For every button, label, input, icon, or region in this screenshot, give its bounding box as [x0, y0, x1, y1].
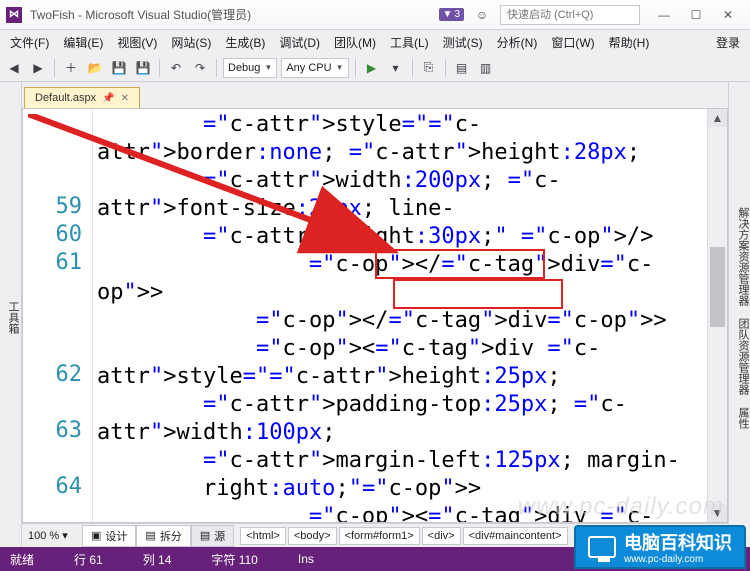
- scroll-down-icon[interactable]: ▼: [708, 504, 727, 522]
- config-combo[interactable]: Debug▼: [223, 58, 277, 78]
- nav-back-icon[interactable]: ◀: [4, 58, 24, 78]
- menu-build[interactable]: 生成(B): [219, 31, 271, 54]
- breadcrumb-item[interactable]: <div#maincontent>: [463, 527, 568, 545]
- notification-badge[interactable]: ▼3: [439, 8, 464, 21]
- line-gutter: 596061626364: [23, 109, 93, 522]
- toolbar: ◀ ▶ ＋ 📂 💾 💾 ↶ ↷ Debug▼ Any CPU▼ ▶ ▾ ⎘ ▤ …: [0, 54, 750, 82]
- zoom-combo[interactable]: 100 %: [28, 530, 59, 542]
- close-button[interactable]: ✕: [712, 4, 744, 26]
- breadcrumb-item[interactable]: <form#form1>: [339, 527, 420, 545]
- scroll-thumb[interactable]: [710, 247, 725, 327]
- vs-logo-icon: ⋈: [6, 7, 22, 23]
- menu-view[interactable]: 视图(V): [111, 31, 163, 54]
- code-editor[interactable]: 596061626364 ="c-attr">style="="c-attr">…: [22, 108, 728, 523]
- minimize-button[interactable]: —: [648, 4, 680, 26]
- window-title: TwoFish - Microsoft Visual Studio(管理员): [30, 6, 251, 23]
- document-tabs: Default.aspx 📌 ✕: [22, 82, 728, 108]
- platform-combo[interactable]: Any CPU▼: [281, 58, 348, 78]
- status-ins: Ins: [298, 552, 314, 566]
- comment-icon[interactable]: ▤: [452, 58, 472, 78]
- left-tool-strip[interactable]: 工具箱: [0, 82, 22, 547]
- browser-dropdown-icon[interactable]: ▾: [386, 58, 406, 78]
- attach-icon[interactable]: ⎘: [419, 58, 439, 78]
- breadcrumb-item[interactable]: <body>: [288, 527, 337, 545]
- menu-debug[interactable]: 调试(D): [273, 31, 326, 54]
- mode-split[interactable]: ▤ 拆分: [136, 525, 190, 547]
- mode-design[interactable]: ▣ 设计: [82, 525, 136, 547]
- uncomment-icon[interactable]: ▥: [476, 58, 496, 78]
- menu-file[interactable]: 文件(F): [4, 31, 55, 54]
- menu-edit[interactable]: 编辑(E): [57, 31, 109, 54]
- nav-fwd-icon[interactable]: ▶: [28, 58, 48, 78]
- element-breadcrumb: <html><body><form#form1><div><div#mainco…: [240, 527, 567, 545]
- tab-label: Default.aspx: [35, 92, 96, 104]
- status-ready: 就绪: [10, 551, 34, 568]
- menu-bar: 文件(F) 编辑(E) 视图(V) 网站(S) 生成(B) 调试(D) 团队(M…: [0, 30, 750, 54]
- menu-test[interactable]: 测试(S): [437, 31, 489, 54]
- feedback-icon[interactable]: ☺: [472, 5, 492, 25]
- monitor-icon: [588, 536, 616, 558]
- status-line: 行 61: [74, 551, 103, 568]
- scroll-up-icon[interactable]: ▲: [708, 109, 727, 127]
- save-all-icon[interactable]: 💾: [133, 58, 153, 78]
- title-bar: ⋈ TwoFish - Microsoft Visual Studio(管理员)…: [0, 0, 750, 30]
- new-project-icon[interactable]: ＋: [61, 58, 81, 78]
- menu-website[interactable]: 网站(S): [165, 31, 217, 54]
- menu-analyze[interactable]: 分析(N): [491, 31, 544, 54]
- menu-help[interactable]: 帮助(H): [603, 31, 656, 54]
- close-tab-icon[interactable]: ✕: [121, 93, 129, 104]
- login-link[interactable]: 登录: [710, 31, 746, 54]
- breadcrumb-item[interactable]: <div>: [422, 527, 461, 545]
- menu-tools[interactable]: 工具(L): [384, 31, 435, 54]
- maximize-button[interactable]: ☐: [680, 4, 712, 26]
- tab-default-aspx[interactable]: Default.aspx 📌 ✕: [24, 87, 140, 108]
- vertical-scrollbar[interactable]: ▲ ▼: [707, 109, 727, 522]
- footer-brand: 电脑百科知识 www.pc-daily.com: [574, 525, 746, 569]
- breadcrumb-item[interactable]: <html>: [240, 527, 286, 545]
- pin-icon[interactable]: 📌: [102, 93, 114, 104]
- open-icon[interactable]: 📂: [85, 58, 105, 78]
- status-char: 字符 110: [211, 551, 257, 568]
- menu-team[interactable]: 团队(M): [328, 31, 382, 54]
- code-area[interactable]: ="c-attr">style="="c-attr">border:none; …: [93, 109, 705, 522]
- undo-icon[interactable]: ↶: [166, 58, 186, 78]
- save-icon[interactable]: 💾: [109, 58, 129, 78]
- start-debug-button[interactable]: ▶: [362, 58, 382, 78]
- status-col: 列 14: [143, 551, 172, 568]
- menu-window[interactable]: 窗口(W): [545, 31, 600, 54]
- right-tool-strip[interactable]: 解决方案资源管理器 团队资源管理器 属性: [728, 82, 750, 547]
- quick-launch-input[interactable]: [500, 5, 640, 25]
- mode-source[interactable]: ▤ 源: [191, 525, 234, 547]
- redo-icon[interactable]: ↷: [190, 58, 210, 78]
